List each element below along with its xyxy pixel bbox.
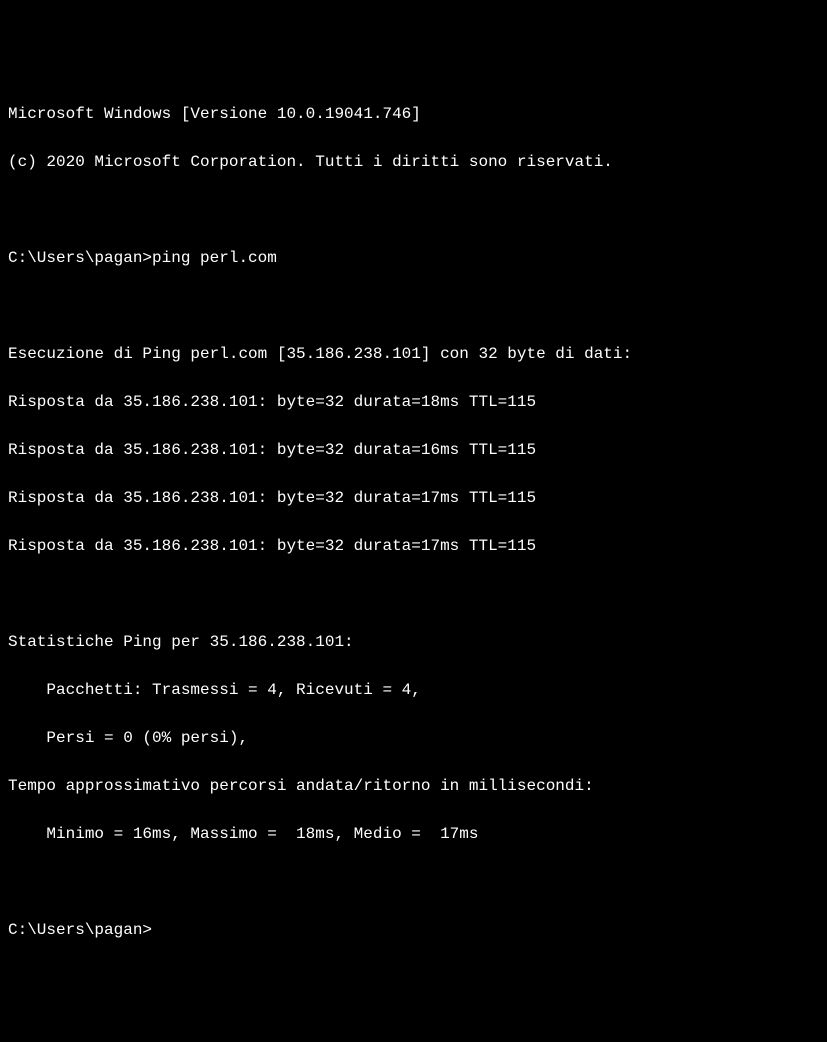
copyright-line: (c) 2020 Microsoft Corporation. Tutti i … [8, 150, 819, 174]
os-version-line: Microsoft Windows [Versione 10.0.19041.7… [8, 102, 819, 126]
command-line-2[interactable]: C:\Users\pagan> [8, 918, 819, 942]
blank-line [8, 198, 819, 222]
lost-line: Persi = 0 (0% persi), [8, 726, 819, 750]
timing-header: Tempo approssimativo percorsi andata/rit… [8, 774, 819, 798]
command-text: ping perl.com [152, 246, 277, 270]
ping-reply: Risposta da 35.186.238.101: byte=32 dura… [8, 534, 819, 558]
ping-reply: Risposta da 35.186.238.101: byte=32 dura… [8, 438, 819, 462]
blank-line [8, 294, 819, 318]
prompt: C:\Users\pagan> [8, 246, 152, 270]
prompt: C:\Users\pagan> [8, 918, 152, 942]
stats-header: Statistiche Ping per 35.186.238.101: [8, 630, 819, 654]
packets-line: Pacchetti: Trasmessi = 4, Ricevuti = 4, [8, 678, 819, 702]
ping-reply: Risposta da 35.186.238.101: byte=32 dura… [8, 486, 819, 510]
timing-line: Minimo = 16ms, Massimo = 18ms, Medio = 1… [8, 822, 819, 846]
ping-header: Esecuzione di Ping perl.com [35.186.238.… [8, 342, 819, 366]
ping-reply: Risposta da 35.186.238.101: byte=32 dura… [8, 390, 819, 414]
command-line-1: C:\Users\pagan>ping perl.com [8, 246, 819, 270]
blank-line [8, 870, 819, 894]
blank-line [8, 582, 819, 606]
